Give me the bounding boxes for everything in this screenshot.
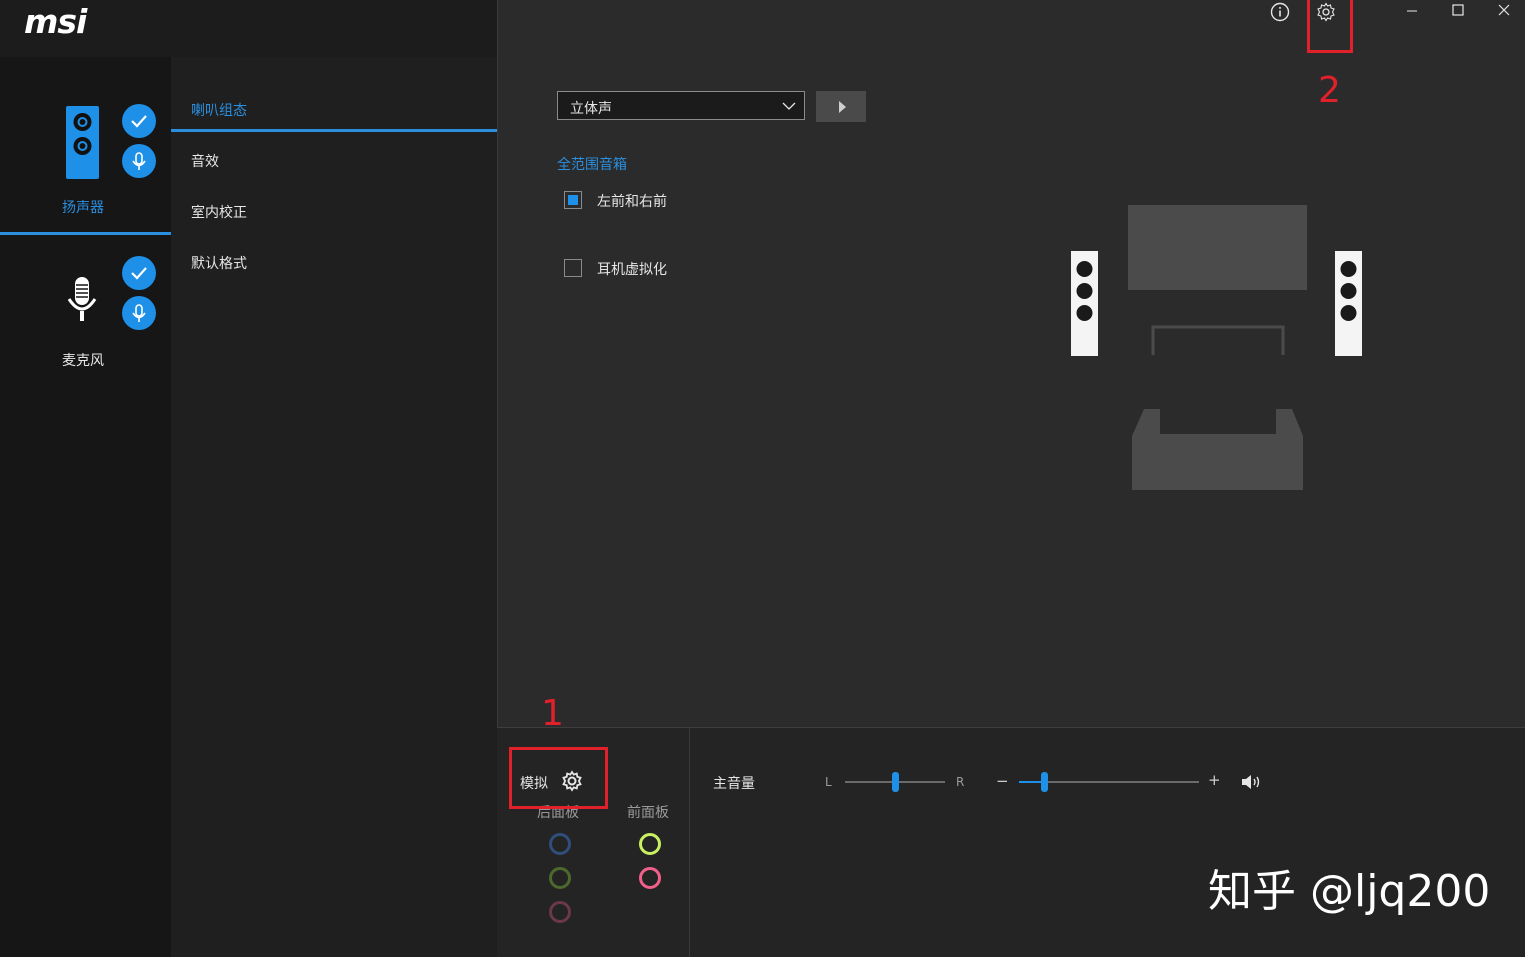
left-speaker-shape [1071, 251, 1098, 356]
watermark-text: 知乎 @ljq200 [1208, 866, 1491, 917]
balance-left-label: L [825, 775, 832, 789]
headphone-virtualization-label: 耳机虚拟化 [597, 262, 667, 278]
chair-shape [1132, 409, 1303, 490]
front-lr-label: 左前和右前 [597, 194, 667, 210]
chevron-down-icon [782, 102, 796, 110]
annotation-number-2: 2 [1318, 70, 1341, 111]
balance-right-label: R [956, 775, 965, 789]
microphone-icon [67, 277, 97, 321]
sub-navigation [171, 57, 497, 957]
front-jack-green[interactable] [639, 833, 661, 855]
checkbox-check-mark [568, 195, 578, 205]
right-speaker-shape [1335, 251, 1362, 356]
play-icon [839, 101, 846, 113]
volume-plus-icon[interactable]: + [1208, 771, 1221, 789]
speaker-layout-diagram [1071, 205, 1362, 490]
microphone-label: 麦克风 [62, 353, 104, 369]
annotation-box-2 [1307, 0, 1353, 53]
speaker-volume-icon[interactable] [1240, 773, 1262, 791]
speaker-active-indicator [0, 232, 171, 235]
annotation-number-1: 1 [541, 693, 564, 734]
default-device-check-icon [122, 256, 156, 290]
speaker-icon [66, 106, 99, 179]
rear-jack-blue[interactable] [549, 833, 571, 855]
default-comm-mic-icon [122, 144, 156, 178]
front-jack-pink[interactable] [639, 867, 661, 889]
front-panel-label: 前面板 [627, 805, 669, 821]
balance-slider-thumb[interactable] [891, 772, 899, 792]
volume-minus-icon[interactable]: − [996, 772, 1009, 790]
info-icon[interactable] [1270, 2, 1290, 22]
speaker-config-select[interactable]: 立体声 [557, 91, 805, 120]
headphone-virtualization-checkbox[interactable] [564, 259, 582, 277]
rear-jack-pink[interactable] [549, 901, 571, 923]
tab-default-format[interactable]: 默认格式 [191, 253, 247, 273]
volume-slider-thumb[interactable] [1040, 772, 1048, 792]
screen-shape [1128, 205, 1307, 290]
front-lr-checkbox[interactable] [564, 191, 582, 209]
minimize-icon[interactable] [1404, 2, 1420, 18]
rear-jack-green[interactable] [549, 867, 571, 889]
speaker-label: 扬声器 [62, 200, 104, 216]
maximize-icon[interactable] [1450, 2, 1466, 18]
play-test-button[interactable] [816, 91, 866, 122]
speaker-config-value: 立体声 [570, 101, 612, 117]
desk-shape [1151, 325, 1285, 355]
bottom-divider [689, 728, 690, 957]
tab-sound-effects[interactable]: 音效 [191, 151, 219, 171]
tab-speaker-config[interactable]: 喇叭组态 [191, 100, 247, 120]
tab-active-indicator [171, 129, 497, 132]
default-comm-mic-icon [122, 296, 156, 330]
speaker-device[interactable]: 扬声器 [0, 90, 171, 232]
default-device-check-icon [122, 104, 156, 138]
close-icon[interactable] [1496, 2, 1512, 18]
msi-logo: msi [24, 2, 87, 41]
fullrange-speakers-title: 全范围音箱 [557, 157, 627, 173]
microphone-device[interactable]: 麦克风 [0, 245, 171, 375]
tab-room-correction[interactable]: 室内校正 [191, 202, 247, 222]
master-volume-label: 主音量 [713, 776, 755, 792]
annotation-box-1 [509, 747, 608, 809]
